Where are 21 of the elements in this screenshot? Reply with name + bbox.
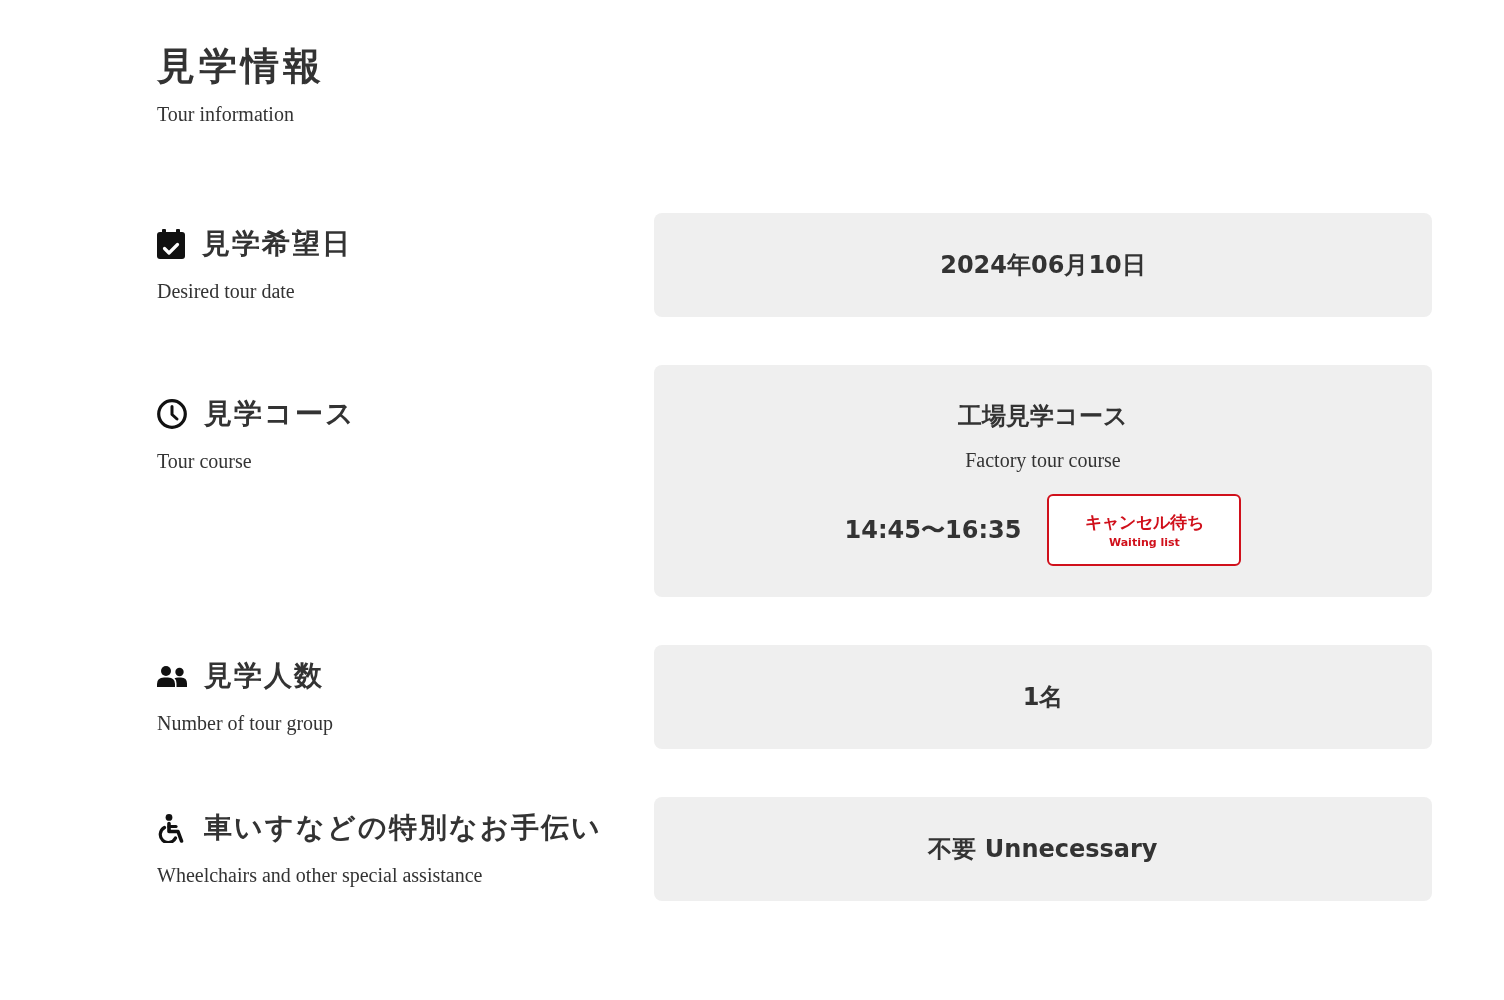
field-label: 見学コース	[204, 396, 356, 432]
field-value: 1名	[1022, 682, 1064, 713]
calendar-check-icon	[157, 229, 185, 259]
course-name-english: Factory tour course	[965, 448, 1121, 473]
course-name: 工場見学コース	[958, 401, 1128, 432]
field-value: 不要 Unnecessary	[928, 834, 1158, 865]
field-label: 見学希望日	[202, 226, 352, 262]
status-sublabel: Waiting list	[1108, 535, 1180, 550]
time-range: 14:45〜16:35	[844, 515, 1022, 546]
people-icon	[157, 665, 187, 687]
field-value: 2024年06月10日	[940, 250, 1146, 281]
page-subtitle: Tour information	[157, 102, 294, 127]
field-sublabel: Wheelchairs and other special assistance	[157, 863, 483, 888]
page-title: 見学情報	[157, 43, 325, 89]
clock-icon	[157, 399, 187, 429]
field-sublabel: Tour course	[157, 449, 252, 474]
status-label: キャンセル待ち	[1084, 510, 1204, 533]
field-sublabel: Number of tour group	[157, 711, 334, 736]
field-label: 見学人数	[204, 658, 324, 694]
field-label: 車いすなどの特別なお手伝い	[204, 810, 602, 846]
field-sublabel: Desired tour date	[157, 279, 295, 304]
